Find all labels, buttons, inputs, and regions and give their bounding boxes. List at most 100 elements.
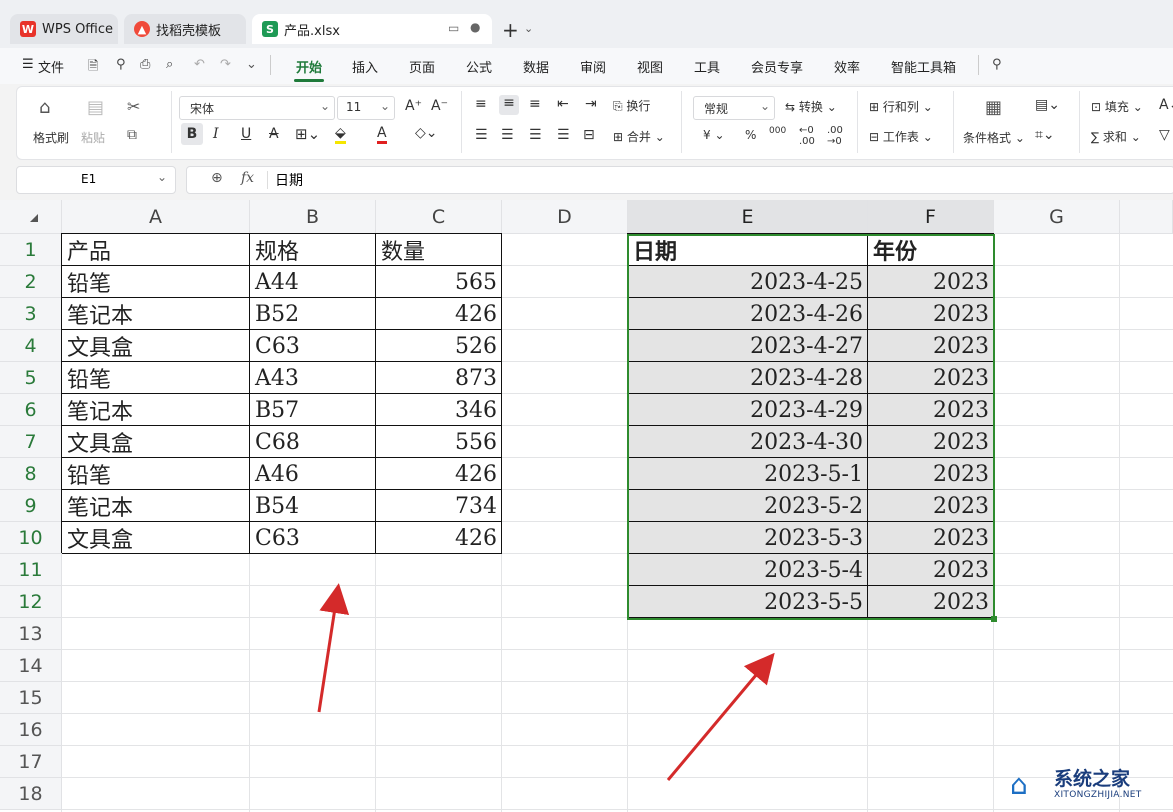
font-name-select[interactable]: 宋体 ⌄ [179, 96, 335, 120]
name-box-value: E1 [81, 172, 97, 186]
paste-label[interactable]: 粘贴 [81, 129, 105, 146]
fill-color-icon[interactable]: ⬙ [335, 125, 346, 144]
print-preview-icon[interactable]: ⌕ [166, 57, 173, 72]
convert-button[interactable]: ⇆ 转换 ⌄ [785, 98, 837, 115]
conditional-format-label: 条件格式 [963, 131, 1012, 145]
tab-label: 找稻壳模板 [156, 23, 222, 39]
divider [267, 171, 268, 189]
sort-icon[interactable]: A↓ [1159, 97, 1173, 113]
borders-icon[interactable]: ⊞⌄ [295, 125, 320, 143]
divider [857, 91, 858, 153]
format-painter-label[interactable]: 格式刷 [33, 129, 69, 146]
menu-home[interactable]: 开始 [296, 57, 322, 76]
tab-list-chevron-icon[interactable]: ⌄ [524, 22, 533, 35]
menu-review[interactable]: 审阅 [580, 57, 606, 76]
bold-button[interactable]: B [181, 123, 203, 145]
increase-decimal-icon[interactable]: ←0.00 [799, 125, 815, 147]
search-icon[interactable]: ⚲ [992, 57, 1002, 72]
tab-wps-office[interactable]: W WPS Office [10, 14, 118, 44]
fill-button[interactable]: ⊡ 填充 ⌄ [1091, 98, 1143, 115]
menu-view[interactable]: 视图 [637, 57, 663, 76]
number-format-select[interactable]: 常规 ⌄ [693, 96, 775, 120]
tab-label: WPS Office [42, 21, 114, 37]
unsaved-dot-icon[interactable]: ● [470, 20, 480, 34]
justify-icon[interactable]: ☰ [557, 127, 570, 143]
font-color-icon[interactable]: A [377, 125, 387, 144]
conditional-format-icon[interactable]: ▦ [985, 97, 1002, 118]
menu-bar: ☰ 文件 🗎 ⚲ ⎙ ⌕ ↶ ↷ ⌄ 开始 插入 页面 公式 数据 审阅 视图 … [0, 48, 1173, 84]
wrap-text-button[interactable]: ⎘ 换行 [613, 97, 650, 114]
align-bottom-icon[interactable]: ≡ [529, 96, 541, 112]
menu-tools[interactable]: 工具 [694, 57, 720, 76]
worksheet-button[interactable]: ⊟ 工作表 ⌄ [869, 128, 933, 145]
align-middle-icon[interactable]: ≡ [499, 95, 519, 115]
decrease-decimal-icon[interactable]: .00 →0 [827, 125, 843, 147]
clear-format-icon[interactable]: ◇⌄ [415, 125, 438, 141]
font-size-select[interactable]: 11 ⌄ [337, 96, 395, 120]
increase-font-icon[interactable]: A⁺ [405, 98, 422, 114]
decrease-indent-icon[interactable]: ⇤ [557, 96, 569, 112]
hamburger-icon[interactable]: ☰ [22, 57, 34, 72]
share-icon[interactable]: ⚲ [116, 57, 126, 72]
name-box[interactable]: E1 ⌄ [16, 166, 176, 194]
new-tab-plus-icon[interactable]: + [502, 18, 519, 42]
format-icon[interactable]: ⌗⌄ [1035, 127, 1055, 143]
menu-file[interactable]: 文件 [38, 57, 64, 76]
fx-icon[interactable]: fx [241, 170, 254, 186]
paste-icon[interactable]: ▤ [87, 97, 104, 118]
increase-indent-icon[interactable]: ⇥ [585, 96, 597, 112]
spreadsheet-icon: S [262, 21, 278, 37]
align-right-icon[interactable]: ☰ [529, 127, 542, 143]
italic-button[interactable]: I [213, 126, 219, 142]
menu-page[interactable]: 页面 [409, 57, 435, 76]
merge-button[interactable]: ⊞ 合并 ⌄ [613, 128, 665, 145]
save-icon[interactable]: 🗎 [88, 57, 98, 79]
underline-button[interactable]: U [241, 126, 251, 142]
percent-button[interactable]: % [745, 128, 756, 142]
print-icon[interactable]: ⎙ [140, 57, 150, 72]
sum-button[interactable]: ∑ 求和 ⌄ [1091, 128, 1141, 145]
monitor-icon[interactable]: ▭ [448, 21, 459, 35]
align-left-icon[interactable]: ☰ [475, 127, 488, 143]
filter-icon[interactable]: ▽ [1159, 127, 1170, 143]
font-name-value: 宋体 [190, 102, 215, 116]
copy-icon[interactable]: ⧉ [127, 127, 137, 143]
format-painter-icon[interactable]: ⌂ [39, 97, 50, 118]
cell-style-icon[interactable]: ▤⌄ [1035, 97, 1060, 113]
chevron-down-icon: ⌄ [156, 170, 167, 184]
menu-data[interactable]: 数据 [523, 57, 549, 76]
strikethrough-button[interactable]: A [269, 126, 279, 142]
chevron-down-icon: ⌄ [759, 99, 770, 113]
currency-button[interactable]: ¥ ⌄ [703, 128, 725, 142]
menu-smart-toolbox[interactable]: 智能工具箱 [891, 57, 956, 76]
divider [461, 91, 462, 153]
thousands-button[interactable]: 000 [769, 126, 786, 136]
redo-icon[interactable]: ↷ [220, 57, 231, 72]
docer-icon: ▲ [134, 21, 150, 37]
cut-icon[interactable]: ✂ [127, 97, 140, 116]
menu-formula[interactable]: 公式 [466, 57, 492, 76]
rows-cols-button[interactable]: ⊞ 行和列 ⌄ [869, 98, 933, 115]
font-size-value: 11 [346, 100, 362, 114]
menu-member[interactable]: 会员专享 [751, 57, 803, 76]
distribute-icon[interactable]: ⊟ [583, 127, 595, 143]
divider [681, 91, 682, 153]
decrease-font-icon[interactable]: A⁻ [431, 98, 448, 114]
formula-content: 日期 [275, 173, 303, 189]
wrap-text-label: 换行 [626, 99, 651, 113]
align-center-icon[interactable]: ☰ [501, 127, 514, 143]
watermark-url: XITONGZHIJIA.NET [1054, 790, 1142, 800]
chevron-down-icon: ⌄ [319, 99, 330, 113]
align-top-icon[interactable]: ≡ [475, 96, 487, 112]
tab-docer[interactable]: ▲ 找稻壳模板 [124, 14, 246, 44]
formula-input[interactable]: ⊕ fx 日期 [186, 166, 1173, 194]
tab-product-xlsx[interactable]: S 产品.xlsx ▭ ● [252, 14, 492, 44]
menu-efficiency[interactable]: 效率 [834, 57, 860, 76]
undo-icon[interactable]: ↶ [194, 57, 205, 72]
title-bar: W WPS Office ▲ 找稻壳模板 S 产品.xlsx ▭ ● + ⌄ [0, 0, 1173, 48]
annotation-arrows [317, 583, 775, 781]
zoom-formula-icon[interactable]: ⊕ [211, 170, 223, 186]
quick-access-chevron-icon[interactable]: ⌄ [246, 57, 257, 72]
conditional-format-button[interactable]: 条件格式 ⌄ [963, 129, 1025, 146]
menu-insert[interactable]: 插入 [352, 57, 378, 76]
